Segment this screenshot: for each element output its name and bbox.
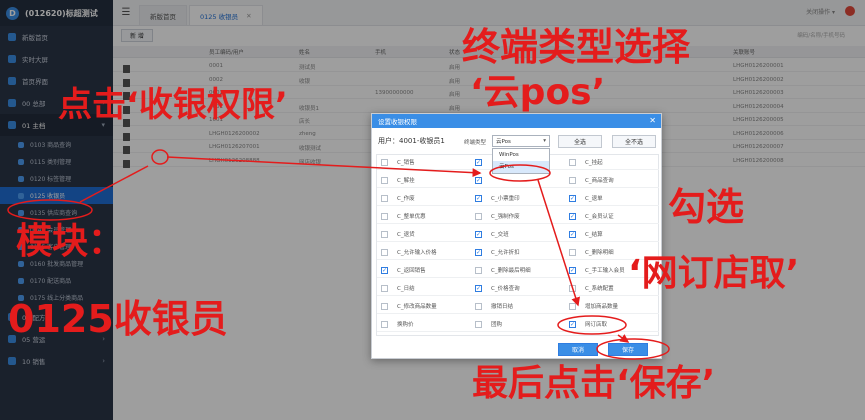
annotation-check: 勾选 bbox=[668, 185, 745, 229]
annotation-module: 模块： bbox=[16, 221, 125, 262]
arrow-link-menu bbox=[79, 165, 149, 203]
circle-net-order bbox=[557, 315, 627, 335]
annotation-cloud-pos: ‘云pos’ bbox=[470, 72, 606, 113]
circle-permission-icon bbox=[151, 149, 169, 165]
annotation-click-permission: 点击‘收银权限’ bbox=[58, 85, 288, 125]
annotation-terminal-type: 终端类型选择 bbox=[462, 25, 691, 69]
circle-cloudpos bbox=[489, 164, 551, 182]
circle-cashier-menu bbox=[7, 199, 93, 221]
annotation-net-order: ‘网订店取’ bbox=[628, 253, 800, 294]
annotation-module-name: 0125收银员 bbox=[8, 297, 228, 341]
arrow-to-dropdown bbox=[166, 156, 482, 178]
circle-save bbox=[596, 338, 670, 360]
annotation-final-save: 最后点击‘保存’ bbox=[472, 363, 716, 404]
arrow-to-net-order bbox=[537, 179, 581, 307]
